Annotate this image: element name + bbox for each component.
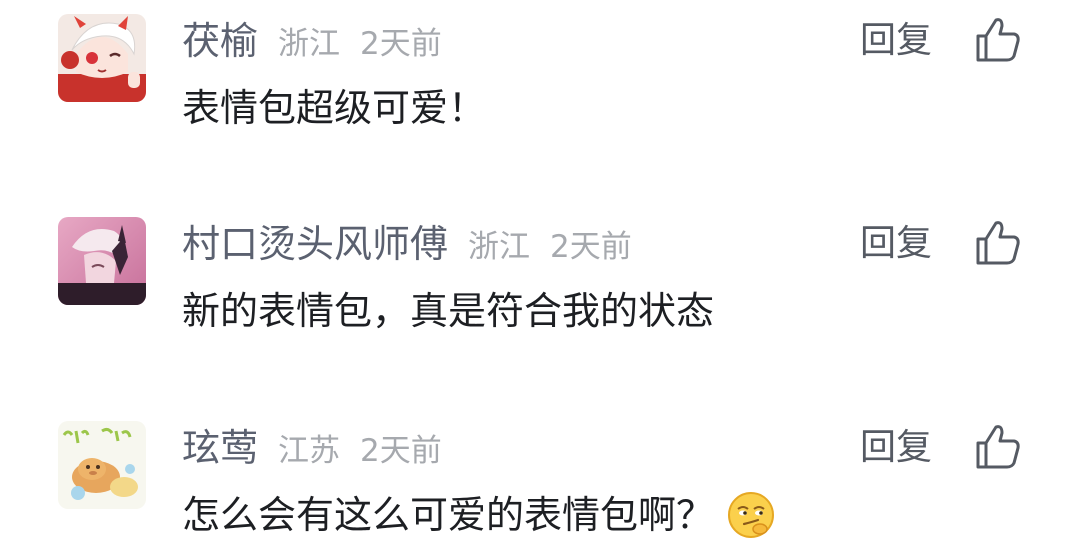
comment-body: 表情包超级可爱！ bbox=[182, 86, 487, 130]
thumbs-up-icon bbox=[976, 425, 1020, 469]
comment-text: 表情包超级可爱！ bbox=[182, 82, 486, 134]
avatar[interactable] bbox=[58, 421, 146, 509]
timestamp: 2天前 bbox=[550, 229, 632, 265]
avatar[interactable] bbox=[58, 14, 146, 102]
comment-body: 新的表情包，真是符合我的状态 bbox=[182, 289, 715, 333]
location-label: 江苏 bbox=[278, 433, 341, 469]
anime-avatar-red-icon bbox=[58, 14, 146, 102]
comment-item: 村口烫头风师傅 浙江 2天前 新的表情包，真是符合我的状态 回复 bbox=[0, 203, 1080, 353]
reply-button[interactable]: 回复 bbox=[860, 221, 932, 267]
thumbs-up-icon bbox=[976, 18, 1020, 62]
timestamp: 2天前 bbox=[360, 26, 442, 62]
comment-meta: 茯榆 浙江 2天前 bbox=[182, 16, 442, 66]
smirk-emoji-icon bbox=[726, 490, 776, 540]
comment-list: 茯榆 浙江 2天前 表情包超级可爱！ 回复 村口烫头风师傅 浙江 2天前 新的表… bbox=[0, 0, 1080, 556]
reply-button[interactable]: 回复 bbox=[860, 18, 932, 64]
timestamp: 2天前 bbox=[360, 433, 442, 469]
username[interactable]: 茯榆 bbox=[182, 16, 258, 66]
comment-meta: 玹莺 江苏 2天前 bbox=[182, 423, 442, 473]
comment-item: 玹莺 江苏 2天前 怎么会有这么可爱的表情包啊？ 回复 bbox=[0, 407, 1080, 556]
anime-avatar-pink-icon bbox=[58, 217, 146, 305]
like-button[interactable] bbox=[972, 421, 1024, 473]
like-button[interactable] bbox=[972, 217, 1024, 269]
location-label: 浙江 bbox=[278, 26, 341, 62]
comment-text: 新的表情包，真是符合我的状态 bbox=[182, 285, 714, 337]
comment-item: 茯榆 浙江 2天前 表情包超级可爱！ 回复 bbox=[0, 0, 1080, 150]
thumbs-up-icon bbox=[976, 221, 1020, 265]
username[interactable]: 村口烫头风师傅 bbox=[182, 219, 448, 269]
comment-text: 怎么会有这么可爱的表情包啊？ bbox=[182, 489, 776, 541]
username[interactable]: 玹莺 bbox=[182, 423, 258, 473]
comment-body: 怎么会有这么可爱的表情包啊？ bbox=[182, 493, 715, 537]
reply-button[interactable]: 回复 bbox=[860, 425, 932, 471]
comment-meta: 村口烫头风师傅 浙江 2天前 bbox=[182, 219, 632, 269]
capybara-avatar-icon bbox=[58, 421, 146, 509]
location-label: 浙江 bbox=[468, 229, 531, 265]
avatar[interactable] bbox=[58, 217, 146, 305]
like-button[interactable] bbox=[972, 14, 1024, 66]
